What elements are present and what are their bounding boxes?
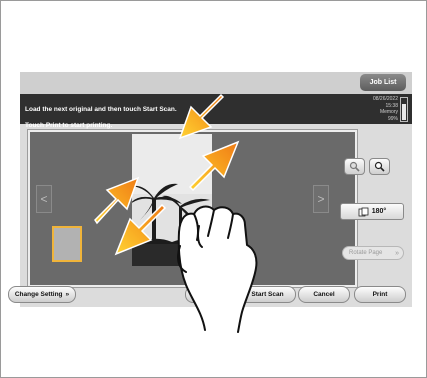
rotate-page-label: Rotate Page	[349, 250, 383, 256]
job-list-button[interactable]: Job List	[360, 74, 406, 91]
next-page-button[interactable]: >	[313, 185, 329, 213]
status-info: 08/26/2022 15:38 Memory 99%	[373, 96, 398, 122]
rotate-page-icon	[358, 207, 369, 216]
toner-gauge-icon	[400, 97, 408, 122]
magnifier-plus-icon	[374, 161, 385, 172]
magnifier-minus-icon	[349, 161, 360, 172]
zoom-out-button[interactable]	[344, 158, 365, 175]
page-thumbnail[interactable]	[52, 226, 82, 262]
cancel-button[interactable]: Cancel	[298, 286, 350, 303]
memory-value: 99%	[387, 115, 398, 122]
instruction-message: Load the next original and then touch St…	[25, 98, 177, 130]
rotate-180-label: 180°	[371, 208, 387, 215]
start-scan-button[interactable]: Start Scan	[239, 286, 296, 303]
preview-page-image[interactable]	[132, 134, 212, 266]
zoom-in-button[interactable]	[369, 158, 390, 175]
print-button[interactable]: Print	[354, 286, 406, 303]
chevron-right-icon: »	[65, 291, 70, 298]
preview-area[interactable]: < >	[28, 130, 357, 287]
rotate-page-button[interactable]: Rotate Page »	[342, 246, 404, 260]
status-date: 08/26/2022	[372, 96, 398, 102]
previous-page-button[interactable]: <	[36, 185, 52, 213]
top-bar: Job List	[20, 72, 412, 94]
rotate-180-button[interactable]: 180°	[340, 203, 404, 220]
palm-tree-photo	[132, 134, 212, 266]
instruction-line-2: Touch Print to start printing.	[25, 122, 113, 129]
chevron-right-icon: »	[395, 249, 399, 257]
message-bar: Load the next original and then touch St…	[20, 94, 412, 129]
blank-button[interactable]	[185, 286, 239, 303]
control-panel-screen: Job List Load the next original and then…	[8, 72, 412, 307]
instruction-line-1: Load the next original and then touch St…	[25, 106, 177, 113]
change-setting-label: Change Setting	[14, 291, 63, 298]
change-setting-button[interactable]: Change Setting »	[8, 286, 76, 303]
